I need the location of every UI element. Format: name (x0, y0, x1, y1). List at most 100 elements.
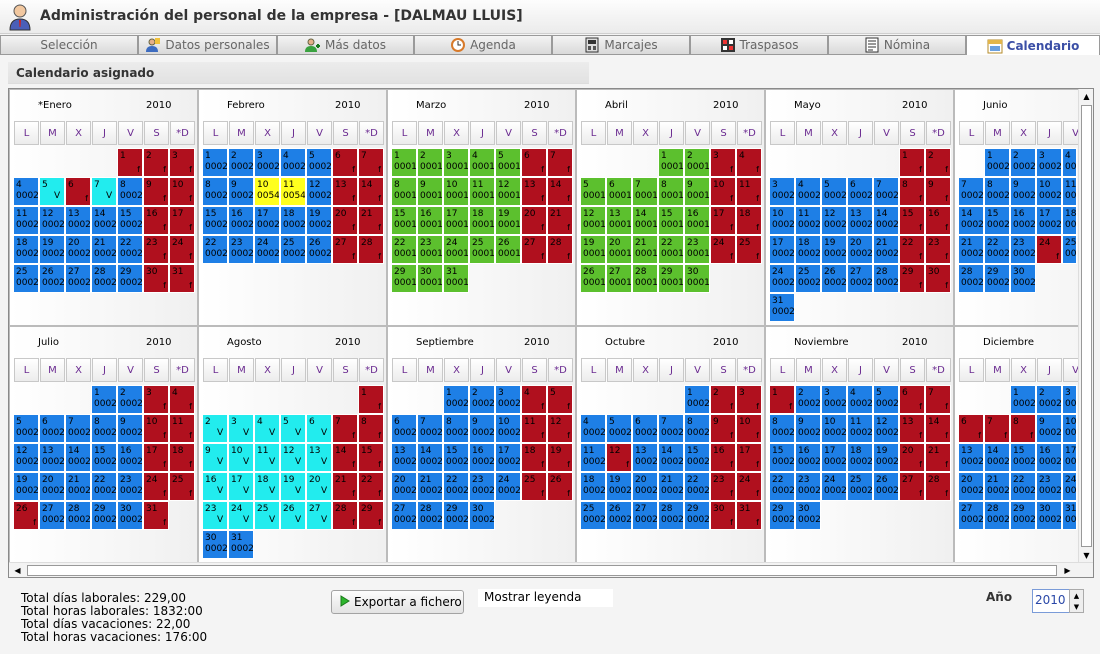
day-cell[interactable]: 9 0002 (469, 414, 495, 443)
day-cell[interactable]: 17 f (169, 206, 195, 235)
show-legend-toggle[interactable]: Mostrar leyenda (478, 589, 613, 607)
day-cell[interactable]: 30002 (254, 148, 280, 177)
day-cell[interactable]: 13 0001 (606, 206, 632, 235)
day-cell[interactable]: 27 0002 (391, 501, 417, 530)
day-cell[interactable]: 4V (254, 414, 280, 443)
day-cell[interactable]: 15 0002 (684, 443, 710, 472)
day-cell[interactable]: 40002 (13, 177, 39, 206)
day-cell[interactable]: 11 f (169, 414, 195, 443)
day-cell[interactable]: 180002 (280, 206, 306, 235)
day-cell[interactable]: 14 0002 (958, 206, 984, 235)
day-cell[interactable]: 23 0002 (1010, 235, 1036, 264)
day-cell[interactable]: 12 0002 (13, 443, 39, 472)
day-cell[interactable]: 3f (736, 385, 762, 414)
day-cell[interactable]: 8 0002 (984, 177, 1010, 206)
day-cell[interactable]: 28 0001 (632, 264, 658, 293)
day-cell[interactable]: 28 f (925, 472, 951, 501)
horizontal-scrollbar[interactable]: ◀ ▶ (9, 562, 1093, 577)
day-cell[interactable]: 2 0002 (1010, 148, 1036, 177)
day-cell[interactable]: 14 0001 (632, 206, 658, 235)
day-cell[interactable]: 16 V (202, 472, 228, 501)
day-cell[interactable]: 21 f (547, 206, 573, 235)
day-cell[interactable]: 7f (547, 148, 573, 177)
tab-nomina[interactable]: Nómina (828, 35, 966, 54)
day-cell[interactable]: 9V (202, 443, 228, 472)
day-cell[interactable]: 17 f (710, 206, 736, 235)
day-cell[interactable]: 11 0001 (469, 177, 495, 206)
day-cell[interactable]: 21 0002 (984, 472, 1010, 501)
day-cell[interactable]: 30002 (769, 177, 795, 206)
day-cell[interactable]: 27 f (332, 235, 358, 264)
day-cell[interactable]: 23 V (202, 501, 228, 530)
day-cell[interactable]: 15 0002 (984, 206, 1010, 235)
day-cell[interactable]: 22 0002 (1010, 472, 1036, 501)
day-cell[interactable]: 110002 (1062, 177, 1077, 206)
day-cell[interactable]: 6f (65, 177, 91, 206)
day-cell[interactable]: 7f (984, 414, 1010, 443)
day-cell[interactable]: 10 f (169, 177, 195, 206)
day-cell[interactable]: 24 0002 (495, 472, 521, 501)
day-cell[interactable]: 40002 (847, 385, 873, 414)
day-cell[interactable]: 16 0002 (469, 443, 495, 472)
day-cell[interactable]: 1 0002 (91, 385, 117, 414)
day-cell[interactable]: 26 f (547, 472, 573, 501)
day-cell[interactable]: 13 V (306, 443, 332, 472)
day-cell[interactable]: 30 0001 (417, 264, 443, 293)
vertical-scrollbar[interactable]: ▲ ▼ (1078, 89, 1093, 563)
day-cell[interactable]: 12 0001 (495, 177, 521, 206)
day-cell[interactable]: 6f (332, 148, 358, 177)
day-cell[interactable]: 2V (202, 414, 228, 443)
day-cell[interactable]: 19 0002 (873, 443, 899, 472)
day-cell[interactable]: 18 f (169, 443, 195, 472)
day-cell[interactable]: 11 f (736, 177, 762, 206)
day-cell[interactable]: 8f (899, 177, 925, 206)
day-cell[interactable]: 25 f (169, 472, 195, 501)
scroll-down-icon[interactable]: ▼ (1080, 549, 1093, 562)
day-cell[interactable]: 17 V (228, 472, 254, 501)
day-cell[interactable]: 14 0002 (984, 443, 1010, 472)
day-cell[interactable]: 8f (1010, 414, 1036, 443)
day-cell[interactable]: 24 0002 (254, 235, 280, 264)
day-cell[interactable]: 20 0002 (958, 472, 984, 501)
day-cell[interactable]: 17 0001 (443, 206, 469, 235)
tab-datos-personales[interactable]: Datos personales (138, 35, 277, 54)
day-cell[interactable]: 28 0002 (91, 264, 117, 293)
day-cell[interactable]: 29 0001 (391, 264, 417, 293)
tab-traspasos[interactable]: Traspasos (690, 35, 828, 54)
day-cell[interactable]: 9 0002 (795, 414, 821, 443)
day-cell[interactable]: 180002 (580, 472, 606, 501)
scroll-right-icon[interactable]: ▶ (1061, 564, 1074, 577)
day-cell[interactable]: 30 0002 (795, 501, 821, 530)
day-cell[interactable]: 7 0002 (417, 414, 443, 443)
day-cell[interactable]: 7 0002 (658, 414, 684, 443)
day-cell[interactable]: 20 0002 (391, 472, 417, 501)
day-cell[interactable]: 16 0002 (228, 206, 254, 235)
day-cell[interactable]: 22 0002 (984, 235, 1010, 264)
day-cell[interactable]: 9 0002 (1010, 177, 1036, 206)
day-cell[interactable]: 28 0002 (873, 264, 899, 293)
day-cell[interactable]: 1 0002 (202, 148, 228, 177)
day-cell[interactable]: 27 f (521, 235, 547, 264)
day-cell[interactable]: 250002 (847, 472, 873, 501)
day-cell[interactable]: 6 0002 (847, 177, 873, 206)
day-cell[interactable]: 1f (769, 385, 795, 414)
day-cell[interactable]: 100002 (1036, 177, 1062, 206)
day-cell[interactable]: 20 0002 (39, 472, 65, 501)
day-cell[interactable]: 15 f (899, 206, 925, 235)
day-cell[interactable]: 5 0002 (13, 414, 39, 443)
day-cell[interactable]: 25 0001 (469, 235, 495, 264)
day-cell[interactable]: 8 0002 (684, 414, 710, 443)
day-cell[interactable]: 3f (143, 385, 169, 414)
day-cell[interactable]: 24000 (1062, 472, 1077, 501)
year-spinner[interactable]: ▲ ▼ (1069, 589, 1084, 613)
day-cell[interactable]: 24 f (710, 235, 736, 264)
day-cell[interactable]: 14 0002 (65, 443, 91, 472)
day-cell[interactable]: 3 0001 (443, 148, 469, 177)
day-cell[interactable]: 250002 (795, 264, 821, 293)
day-cell[interactable]: 12 0001 (580, 206, 606, 235)
day-cell[interactable]: 2 0002 (469, 385, 495, 414)
day-cell[interactable]: 19 0002 (606, 472, 632, 501)
day-cell[interactable]: 9 0001 (684, 177, 710, 206)
day-cell[interactable]: 30002 (1062, 385, 1077, 414)
vertical-scroll-thumb[interactable] (1081, 105, 1092, 547)
